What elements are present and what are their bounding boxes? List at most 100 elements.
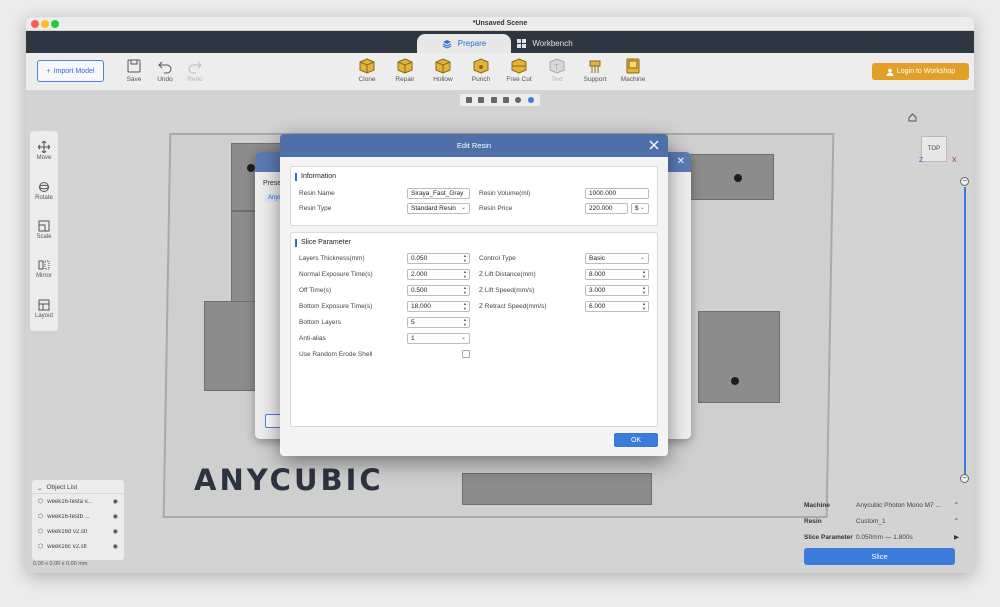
zoom-minus-icon[interactable]: − [960, 177, 969, 186]
resin-price-input[interactable] [585, 203, 628, 214]
redo-icon [188, 61, 202, 74]
rotate-tool[interactable]: Rotate [30, 181, 58, 201]
home-icon[interactable] [908, 113, 917, 122]
stepper-arrows-icon[interactable]: ▲ ▼ [463, 253, 467, 263]
resin-value: Custom_1 [856, 517, 886, 525]
view-shaded-icon[interactable] [515, 97, 522, 103]
layout-icon [38, 299, 50, 311]
layer-thickness-input[interactable]: 0.050 ▲ ▼ [407, 253, 470, 264]
punch-button[interactable]: Punch [464, 58, 498, 83]
scale-label: Scale [36, 234, 52, 240]
redo-label: Redo [187, 76, 203, 83]
navigation-cube[interactable]: TOP [921, 136, 947, 162]
chevron-down-icon: ⌄ [460, 205, 466, 211]
close-icon[interactable] [647, 138, 661, 152]
normal-exposure-input[interactable]: 2.000 ▲ ▼ [407, 269, 470, 280]
view-iso-icon[interactable] [490, 97, 497, 103]
text-icon: T [549, 58, 565, 74]
model-part[interactable] [462, 473, 652, 505]
mode-tab-bar: Prepare Workbench [26, 31, 974, 53]
tab-workbench[interactable]: Workbench [513, 34, 577, 53]
machine-button[interactable]: Machine [616, 58, 650, 83]
currency-select[interactable]: $ ⌄ [631, 203, 649, 214]
window-title: *Unsaved Scene [472, 20, 528, 27]
anti-alias-select[interactable]: 1 ⌄ [407, 333, 470, 344]
close-icon[interactable]: ✕ [677, 156, 685, 167]
z-lift-speed-input[interactable]: 3.000 ▲ ▼ [585, 285, 649, 296]
off-time-input[interactable]: 0.500 ▲ ▼ [407, 285, 470, 296]
slice-button[interactable]: Slice [804, 548, 955, 565]
model-part[interactable] [698, 311, 780, 403]
hollow-button[interactable]: Hollow [426, 58, 460, 83]
view-front-icon[interactable] [466, 97, 473, 103]
resin-volume-input[interactable] [585, 188, 649, 199]
resin-name-input[interactable] [407, 188, 470, 199]
scale-tool[interactable]: Scale [30, 220, 58, 240]
object-name: week16c v2.stl [47, 543, 87, 550]
stepper-arrows-icon[interactable]: ▲ ▼ [463, 317, 467, 327]
bottom-layers-label: Bottom Layers [299, 319, 341, 326]
view-top-icon[interactable] [503, 97, 510, 103]
currency-value: $ [635, 205, 639, 212]
resin-type-select[interactable]: Standard Resin ⌄ [407, 203, 470, 214]
save-button[interactable]: Save [117, 58, 151, 83]
layer-slider-track[interactable] [964, 187, 966, 477]
move-tool[interactable]: Move [30, 141, 58, 161]
exposure-time-value: 1.800s [893, 533, 913, 541]
chevron-up-icon[interactable]: ⌃ [954, 501, 959, 509]
view-mode-strip [460, 94, 540, 106]
slice-parameter-row[interactable]: Slice Parameter 0.050mm — 1.800s ▶ [804, 530, 959, 544]
slice-parameter-value: 0.050mm — 1.800s [856, 534, 954, 541]
tab-prepare[interactable]: Prepare [417, 34, 511, 53]
control-type-select[interactable]: Basic ⌄ [585, 253, 649, 264]
eye-icon[interactable]: ◉ [113, 543, 118, 550]
z-lift-speed-value: 3.000 [589, 287, 606, 294]
chevron-up-icon[interactable]: ⌃ [954, 517, 959, 525]
grid-icon [517, 39, 527, 48]
login-workshop-button[interactable]: Login to Workshop [872, 63, 969, 80]
redo-button[interactable]: Redo [178, 58, 212, 83]
bottom-layers-input[interactable]: 5 ▲ ▼ [407, 317, 470, 328]
machine-row[interactable]: Machine Anycubic Photon Mono M7 ... ⌃ [804, 498, 959, 512]
list-item[interactable]: ⬡ week16c v2.stl ◉ [32, 539, 124, 554]
list-item[interactable]: ⬡ week16-testb ... ◉ [32, 509, 124, 524]
text-button[interactable]: T Text [540, 58, 574, 83]
play-icon[interactable]: ▶ [954, 533, 959, 541]
bottom-exposure-input[interactable]: 18.000 ▲ ▼ [407, 301, 470, 312]
stepper-arrows-icon[interactable]: ▲ ▼ [463, 269, 467, 279]
object-name: week16-testb ... [47, 513, 90, 520]
zoom-minus-icon[interactable]: − [960, 474, 969, 483]
z-retract-speed-input[interactable]: 6.000 ▲ ▼ [585, 301, 649, 312]
layout-tool[interactable]: Layout [30, 299, 58, 319]
layer-slider[interactable]: − − [960, 177, 969, 483]
view-support-icon[interactable] [527, 97, 534, 103]
undo-button[interactable]: Undo [148, 58, 182, 83]
eye-icon[interactable]: ◉ [113, 528, 118, 535]
stepper-arrows-icon[interactable]: ▲ ▼ [642, 301, 646, 311]
mirror-tool[interactable]: Mirror [30, 259, 58, 279]
object-list-header[interactable]: ⌄ Object List [32, 480, 124, 494]
import-model-button[interactable]: + Import Model [37, 60, 104, 82]
view-side-icon[interactable] [478, 97, 485, 103]
resin-row[interactable]: Resin Custom_1 ⌃ [804, 514, 959, 528]
eye-icon[interactable]: ◉ [113, 498, 118, 505]
repair-button[interactable]: Repair [388, 58, 422, 83]
axis-x-label: X [952, 157, 957, 164]
z-lift-distance-input[interactable]: 8.000 ▲ ▼ [585, 269, 649, 280]
stepper-arrows-icon[interactable]: ▲ ▼ [463, 285, 467, 295]
free-cut-icon [511, 58, 527, 74]
list-item[interactable]: ⬡ week16d v2.stl ◉ [32, 524, 124, 539]
import-model-label: Import Model [53, 67, 95, 75]
list-item[interactable]: ⬡ week16-testa v... ◉ [32, 494, 124, 509]
clone-button[interactable]: Clone [350, 58, 384, 83]
model-hole [247, 164, 255, 172]
random-erode-checkbox[interactable] [462, 350, 470, 358]
stepper-arrows-icon[interactable]: ▲ ▼ [642, 285, 646, 295]
eye-icon[interactable]: ◉ [113, 513, 118, 520]
free-cut-button[interactable]: Free Cut [502, 58, 536, 83]
ok-button[interactable]: OK [614, 433, 658, 447]
stepper-arrows-icon[interactable]: ▲ ▼ [642, 269, 646, 279]
support-button[interactable]: Support [578, 58, 612, 83]
stepper-arrows-icon[interactable]: ▲ ▼ [463, 301, 467, 311]
layer-thickness-value: 0.050 [411, 255, 428, 262]
